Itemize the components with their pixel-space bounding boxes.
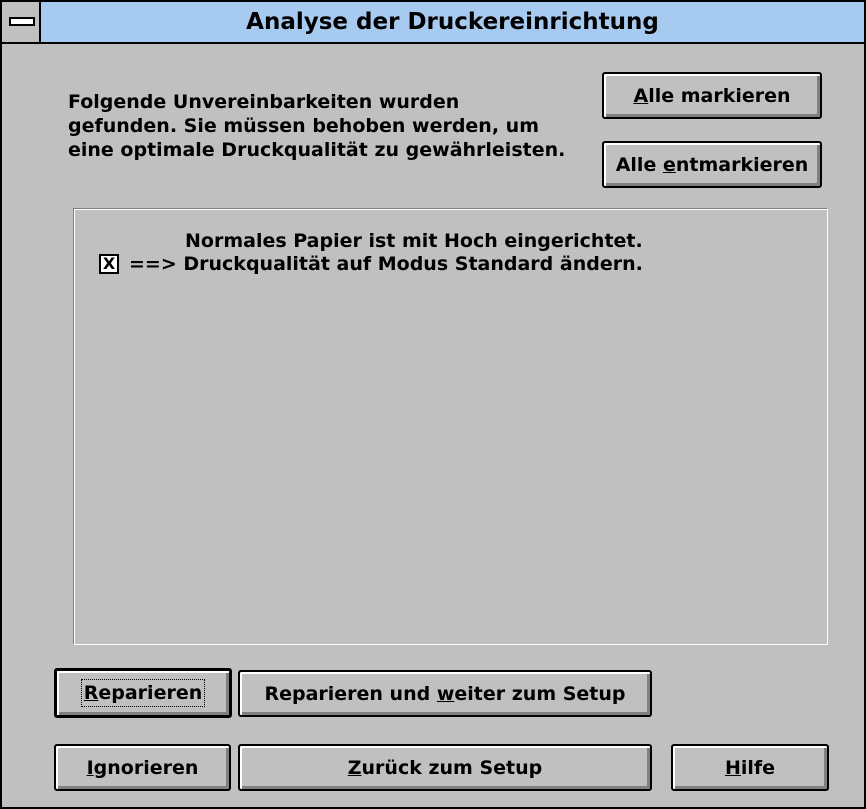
system-menu-button[interactable] (2, 2, 41, 42)
unmark-all-label: Alle entmarkieren (615, 153, 809, 176)
repair-label: Reparieren (80, 679, 206, 707)
intro-text: Folgende Unvereinbarkeiten wurden gefund… (68, 91, 566, 161)
mark-all-label: Alle markieren (633, 84, 791, 107)
dialog-window: Analyse der Druckereinrichtung Folgende … (0, 0, 866, 809)
repair-and-continue-button[interactable]: Reparieren und weiter zum Setup (238, 670, 652, 717)
repair-button[interactable]: Reparieren (54, 668, 232, 718)
system-menu-icon (9, 17, 35, 26)
issue-list[interactable]: Normales Papier ist mit Hoch eingerichte… (74, 209, 828, 645)
ignore-label: Ignorieren (86, 756, 199, 779)
issue-fix-row: X ==> Druckqualität auf Modus Standard ä… (99, 253, 643, 275)
back-to-setup-label: Zurück zum Setup (347, 756, 543, 779)
back-to-setup-button[interactable]: Zurück zum Setup (238, 744, 652, 791)
window-title: Analyse der Druckereinrichtung (246, 9, 659, 35)
unmark-all-button[interactable]: Alle entmarkieren (602, 141, 822, 188)
issue-fix-text: ==> Druckqualität auf Modus Standard änd… (129, 253, 643, 275)
mark-all-button[interactable]: Alle markieren (602, 72, 822, 119)
ignore-button[interactable]: Ignorieren (54, 744, 231, 791)
title-bar: Analyse der Druckereinrichtung (2, 2, 864, 44)
issue-problem-text: Normales Papier ist mit Hoch eingerichte… (185, 230, 643, 252)
issue-checkbox[interactable]: X (99, 254, 119, 274)
repair-and-continue-label: Reparieren und weiter zum Setup (264, 682, 626, 705)
help-label: Hilfe (724, 756, 776, 779)
help-button[interactable]: Hilfe (671, 744, 829, 791)
